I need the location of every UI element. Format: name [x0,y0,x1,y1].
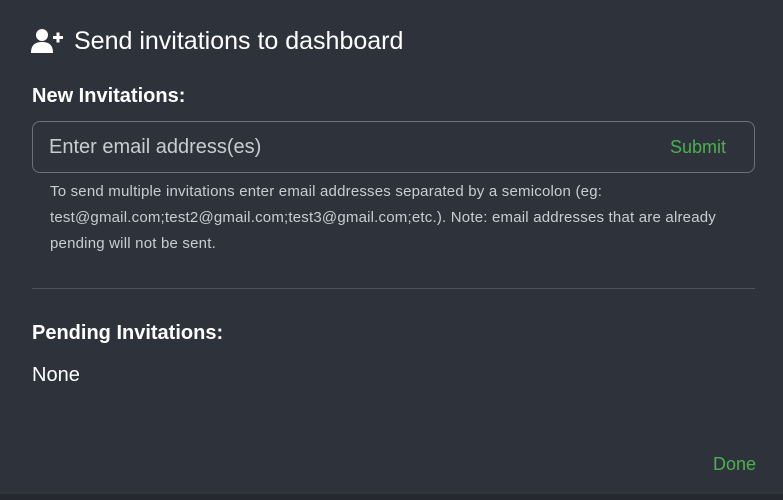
background-page-strip [0,494,783,500]
email-input[interactable] [49,122,629,172]
dialog-title: Send invitations to dashboard [74,27,404,55]
submit-button[interactable]: Submit [670,122,726,172]
invite-dialog: Send invitations to dashboard New Invita… [0,0,783,500]
invitation-help-text: To send multiple invitations enter email… [50,183,716,252]
section-divider [32,288,755,289]
dialog-header: Send invitations to dashboard [31,26,403,56]
email-input-container: Submit [32,121,755,173]
done-button[interactable]: Done [713,451,756,477]
new-invitations-heading: New Invitations: [32,85,186,107]
pending-invitations-value: None [32,364,80,386]
pending-invitations-heading: Pending Invitations: [32,322,224,344]
user-plus-icon [31,28,64,54]
